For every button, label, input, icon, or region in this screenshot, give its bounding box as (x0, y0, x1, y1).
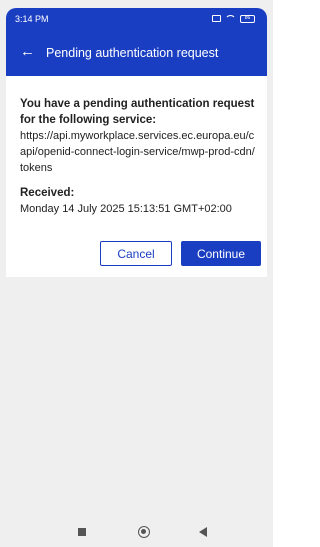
back-icon[interactable] (199, 527, 207, 537)
request-heading: You have a pending authentication reques… (20, 98, 255, 126)
page-title: Pending authentication request (46, 46, 219, 60)
request-card: You have a pending authentication reques… (6, 76, 267, 277)
status-bar: 3:14 PM 86 (6, 8, 267, 30)
vibrate-icon (212, 15, 221, 22)
wifi-icon (225, 15, 236, 26)
status-icons: 86 (212, 13, 255, 24)
home-icon[interactable] (138, 526, 150, 538)
cancel-button[interactable]: Cancel (100, 241, 172, 266)
arrow-left-icon[interactable]: ← (20, 44, 35, 59)
recents-icon[interactable] (78, 528, 86, 536)
service-url: https://api.myworkplace.services.ec.euro… (20, 130, 255, 174)
status-time: 3:14 PM (15, 14, 49, 24)
battery-icon: 86 (240, 14, 255, 23)
app-bar: ← Pending authentication request (6, 30, 267, 76)
received-value: Monday 14 July 2025 15:13:51 GMT+02:00 (20, 203, 232, 215)
phone-screen: 3:14 PM 86 ← Pending authentication requ… (0, 0, 273, 547)
system-nav-bar (6, 521, 267, 543)
received-label: Received: (20, 187, 75, 199)
continue-button[interactable]: Continue (181, 241, 261, 266)
